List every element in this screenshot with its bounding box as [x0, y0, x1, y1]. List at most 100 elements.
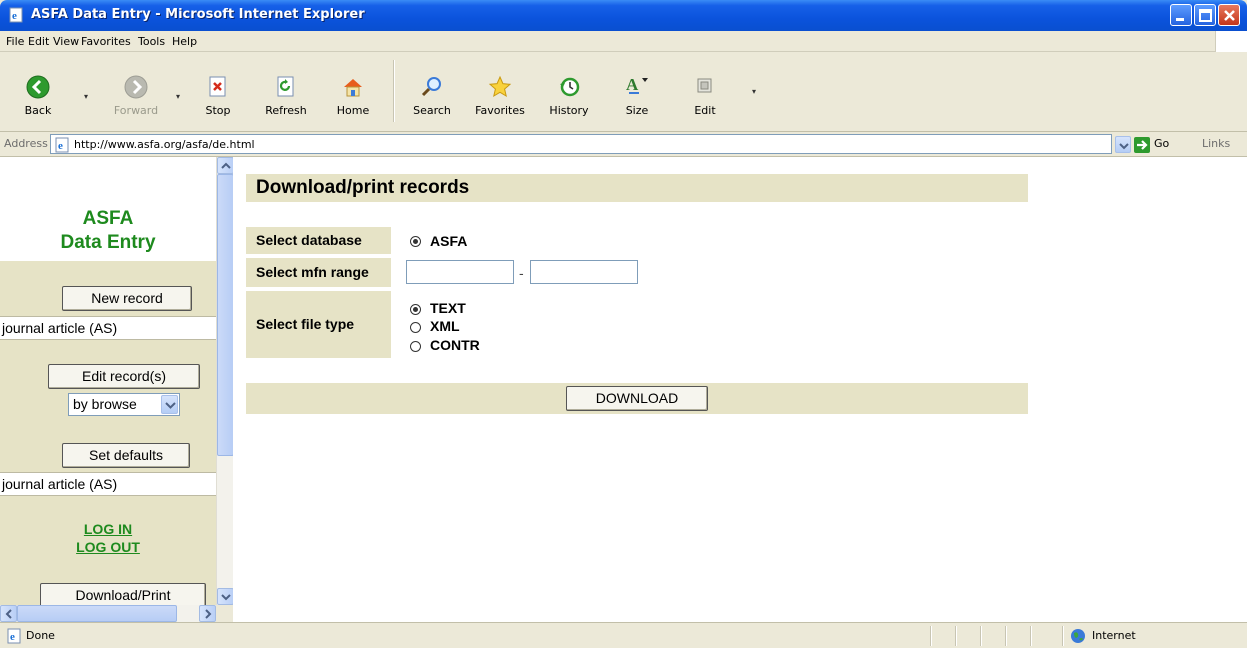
- history-button[interactable]: History: [543, 56, 595, 126]
- set-defaults-button[interactable]: Set defaults: [62, 443, 190, 468]
- scroll-up-button[interactable]: [217, 157, 234, 174]
- menu-favorites[interactable]: Favorites: [81, 35, 131, 48]
- back-button[interactable]: Back: [12, 56, 64, 126]
- logo-area: ASFA Data Entry: [0, 157, 216, 261]
- scroll-right-button[interactable]: [199, 605, 216, 622]
- nav-frame: ASFA Data Entry New record journal artic…: [0, 157, 216, 605]
- edit-mode-select[interactable]: by browse: [68, 393, 180, 416]
- nav-frame-vertical-scrollbar[interactable]: [216, 157, 234, 605]
- address-url: http://www.asfa.org/asfa/de.html: [74, 138, 255, 151]
- status-separator: [1005, 626, 1006, 646]
- page-icon: e: [55, 137, 69, 153]
- forward-label: Forward: [113, 104, 159, 117]
- maximize-button[interactable]: [1194, 4, 1216, 26]
- download-print-button[interactable]: Download/Print: [40, 583, 206, 605]
- status-bar: e Done Internet: [0, 622, 1247, 648]
- stop-button[interactable]: Stop: [192, 56, 244, 126]
- windows-logo-area: [1215, 31, 1247, 52]
- menu-help[interactable]: Help: [172, 35, 197, 48]
- close-button[interactable]: [1218, 4, 1240, 26]
- edit-page-button[interactable]: Edit: [679, 56, 731, 126]
- favorites-label: Favorites: [475, 104, 525, 117]
- maximize-icon: [1199, 9, 1212, 22]
- address-label: Address: [4, 137, 48, 150]
- history-icon: [560, 77, 580, 97]
- scroll-left-button[interactable]: [0, 605, 17, 622]
- nav-frame-horizontal-scrollbar[interactable]: [0, 605, 216, 622]
- menu-bar: File Edit View Favorites Tools Help: [0, 31, 1247, 52]
- edit-mode-value: by browse: [73, 396, 137, 412]
- go-button[interactable]: Go: [1154, 137, 1169, 150]
- download-button[interactable]: DOWNLOAD: [566, 386, 708, 411]
- ie-page-icon: e: [9, 7, 23, 23]
- edit-mode-dropdown[interactable]: [161, 395, 178, 414]
- mfn-from-input[interactable]: [406, 260, 514, 284]
- window-title: ASFA Data Entry - Microsoft Internet Exp…: [31, 7, 365, 22]
- go-arrow-icon[interactable]: [1134, 137, 1150, 153]
- status-separator: [930, 626, 931, 646]
- new-record-type-select[interactable]: journal article (AS): [0, 316, 216, 340]
- chevron-down-icon: [165, 402, 176, 409]
- back-dropdown-icon[interactable]: ▾: [84, 92, 90, 101]
- search-button[interactable]: Search: [406, 56, 458, 126]
- new-record-button[interactable]: New record: [62, 286, 192, 311]
- favorites-star-icon: [488, 75, 512, 98]
- log-out-link[interactable]: LOG OUT: [0, 539, 216, 555]
- forward-button[interactable]: Forward: [110, 56, 162, 126]
- file-type-xml-radio[interactable]: [410, 322, 421, 333]
- file-type-text-radio[interactable]: [410, 304, 421, 315]
- address-input[interactable]: e http://www.asfa.org/asfa/de.html: [50, 134, 1112, 154]
- status-separator: [1062, 626, 1063, 646]
- defaults-type-select[interactable]: journal article (AS): [0, 472, 216, 496]
- log-in-link[interactable]: LOG IN: [0, 521, 216, 537]
- forward-dropdown-icon[interactable]: ▾: [176, 92, 182, 101]
- file-type-contr-radio[interactable]: [410, 341, 421, 352]
- select-database-label: Select database: [246, 227, 391, 254]
- file-type-contr-label: CONTR: [430, 337, 480, 353]
- home-button[interactable]: Home: [327, 56, 379, 126]
- address-bar: Address e http://www.asfa.org/asfa/de.ht…: [0, 132, 1247, 157]
- back-label: Back: [24, 104, 52, 117]
- menu-view[interactable]: View: [53, 35, 79, 48]
- menu-edit[interactable]: Edit: [28, 35, 49, 48]
- stop-label: Stop: [205, 104, 231, 117]
- toolbar: Back ▾ Forward ▾ Stop Refresh Home Searc…: [0, 52, 1247, 132]
- stop-icon: [209, 76, 226, 97]
- address-dropdown-button[interactable]: [1115, 136, 1131, 153]
- select-file-type-label: Select file type: [246, 291, 391, 358]
- vertical-scroll-thumb[interactable]: [217, 174, 234, 456]
- menu-file[interactable]: File: [6, 35, 24, 48]
- logo-line-2: Data Entry: [60, 232, 156, 253]
- chevron-left-icon: [5, 609, 12, 619]
- edit-label: Edit: [694, 104, 716, 117]
- close-icon: [1224, 10, 1235, 21]
- title-bar[interactable]: e ASFA Data Entry - Microsoft Internet E…: [0, 0, 1247, 31]
- minimize-button[interactable]: [1170, 4, 1192, 26]
- refresh-button[interactable]: Refresh: [260, 56, 312, 126]
- mfn-range-separator: -: [519, 265, 524, 281]
- favorites-button[interactable]: Favorites: [474, 56, 526, 126]
- page-title: Download/print records: [246, 174, 1028, 202]
- edit-page-icon: [697, 78, 712, 93]
- toolbar-separator: [393, 60, 394, 122]
- logo-line-1: ASFA: [82, 208, 134, 229]
- asfa-logo: ASFA Data Entry: [0, 207, 216, 255]
- menu-tools[interactable]: Tools: [138, 35, 165, 48]
- scrollbar-corner: [216, 605, 233, 622]
- text-size-button[interactable]: A Size: [611, 56, 663, 126]
- edit-dropdown-icon[interactable]: ▾: [752, 87, 758, 96]
- links-button[interactable]: Links: [1202, 137, 1230, 150]
- svg-text:e: e: [12, 10, 17, 22]
- status-separator: [1030, 626, 1031, 646]
- mfn-to-input[interactable]: [530, 260, 638, 284]
- database-asfa-radio[interactable]: [410, 236, 421, 247]
- download-bar: DOWNLOAD: [246, 383, 1028, 414]
- edit-records-button[interactable]: Edit record(s): [48, 364, 200, 389]
- security-zone-label: Internet: [1092, 629, 1136, 642]
- horizontal-scroll-thumb[interactable]: [17, 605, 177, 622]
- chevron-right-icon: [205, 609, 212, 619]
- scroll-down-button[interactable]: [217, 588, 234, 605]
- refresh-label: Refresh: [265, 104, 307, 117]
- svg-text:e: e: [58, 140, 63, 152]
- home-icon: [344, 79, 362, 97]
